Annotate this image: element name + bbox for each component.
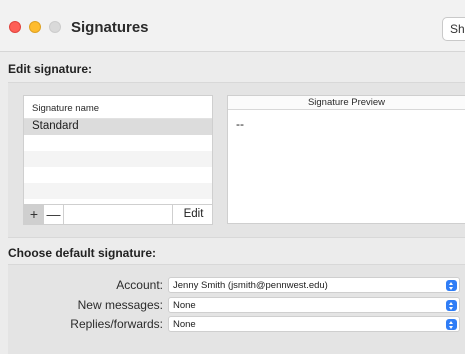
add-signature-button[interactable]: + <box>24 205 44 224</box>
signature-preview-header: Signature Preview <box>228 96 465 110</box>
replies-forwards-select[interactable]: None <box>168 316 460 332</box>
chevron-updown-icon <box>446 319 457 330</box>
account-label: Account: <box>116 278 163 292</box>
edit-signature-heading: Edit signature: <box>8 62 93 76</box>
signature-list-empty-row <box>24 183 212 199</box>
new-messages-select[interactable]: None <box>168 297 460 313</box>
close-window-button[interactable] <box>9 21 21 33</box>
signature-list-empty-row <box>24 167 212 183</box>
remove-signature-button[interactable]: — <box>44 205 64 224</box>
choose-default-heading: Choose default signature: <box>8 246 157 260</box>
account-select[interactable]: Jenny Smith (jsmith@pennwest.edu) <box>168 277 460 293</box>
zoom-window-button[interactable] <box>49 21 61 33</box>
signature-preview-body: -- <box>236 117 244 131</box>
chevron-updown-icon <box>446 300 457 311</box>
account-select-value: Jenny Smith (jsmith@pennwest.edu) <box>173 280 328 291</box>
replies-forwards-label: Replies/forwards: <box>70 317 163 331</box>
chevron-updown-icon <box>446 280 457 291</box>
new-messages-select-value: None <box>173 300 196 311</box>
show-button[interactable]: Sho <box>442 17 465 41</box>
replies-forwards-select-value: None <box>173 319 196 330</box>
signature-list-toolbar: + — Edit <box>23 205 213 225</box>
title-bar: Signatures Sho <box>0 0 465 52</box>
signature-list: Signature name Standard <box>23 95 213 205</box>
signature-list-empty-row <box>24 135 212 151</box>
minimize-window-button[interactable] <box>29 21 41 33</box>
window-title: Signatures <box>71 19 149 36</box>
signature-preview: Signature Preview -- <box>227 95 465 224</box>
new-messages-label: New messages: <box>77 298 163 312</box>
signature-list-empty-row <box>24 151 212 167</box>
edit-signature-button[interactable]: Edit <box>172 205 214 224</box>
signature-list-item[interactable]: Standard <box>24 119 212 135</box>
signature-list-header: Signature name <box>24 96 212 119</box>
